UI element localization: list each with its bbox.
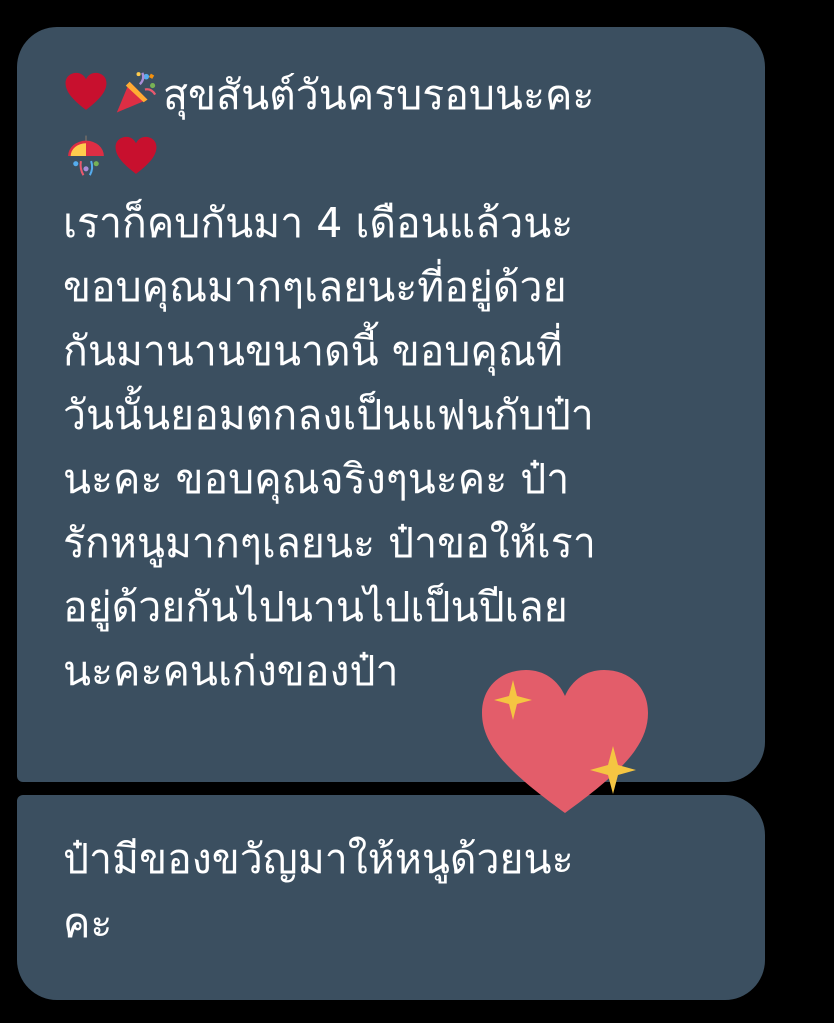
message-line: เราก็คบกันมา 4 เดือนแล้วนะ [63,199,574,247]
message-bubble[interactable]: สุขสันต์วันครบรอบนะคะ เราก็คบกันมา 4 เดื… [17,27,765,782]
message-line: นะคะ ขอบคุณจริงๆนะคะ ป๋า [63,455,570,503]
message-line: ขอบคุณมากๆเลยนะที่อยู่ด้วย [63,263,567,311]
confetti-ball-icon [68,135,104,176]
party-popper-icon [116,72,157,113]
message-line: สุขสันต์วันครบรอบนะคะ [63,63,725,127]
message-line: รักหนูมากๆเลยนะ ป๋าขอให้เรา [63,519,596,567]
message-line [63,127,725,191]
red-heart-icon [65,72,107,110]
message-line: วันนั้นยอมตกลงเป็นแฟนกับป๋า [63,391,594,439]
message-line: คะ [63,899,113,947]
red-heart-icon [115,136,157,174]
message-line: ป๋ามีของขวัญมาให้หนูด้วยนะ [63,835,574,883]
message-text: สุขสันต์วันครบรอบนะคะ [163,71,595,119]
message-line: อยู่ด้วยกันไปนานไปเป็นปีเลย [63,583,568,631]
message-line: กันมานานขนาดนี้ ขอบคุณที่ [63,327,563,375]
sparkling-heart-icon [482,670,648,813]
message-bubble[interactable]: ป๋ามีของขวัญมาให้หนูด้วยนะ คะ [17,795,765,1000]
